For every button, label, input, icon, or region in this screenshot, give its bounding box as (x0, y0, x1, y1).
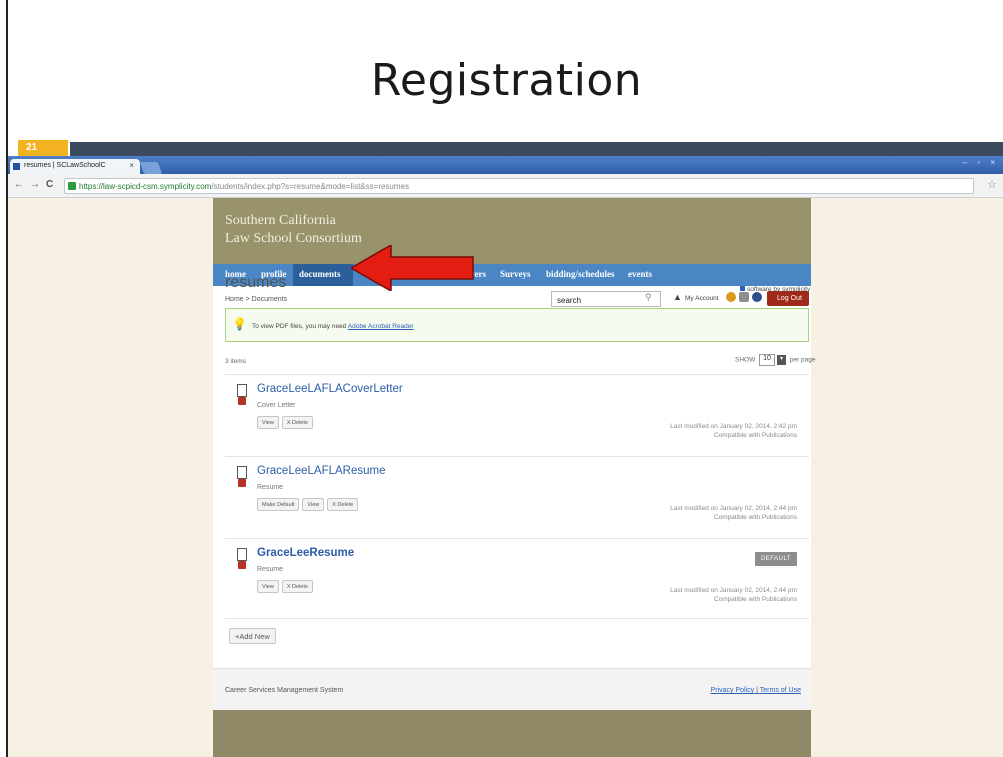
document-type: Resume (257, 484, 284, 491)
modified-info: Last modified on January 02, 2014, 2:44 … (670, 586, 797, 604)
per-page-select[interactable]: 10 (759, 354, 776, 366)
document-actions: View X Delete (257, 580, 316, 598)
items-count: 3 items (225, 358, 246, 365)
add-new-button[interactable]: +Add New (229, 628, 276, 644)
page-bottom-band (213, 710, 811, 757)
default-badge: DEFAULT (755, 552, 797, 566)
compatibility: Compatible with Publications (713, 596, 797, 603)
per-page-control: SHOW 10 ▾ per page (735, 354, 816, 366)
adobe-reader-link[interactable]: Adobe Acrobat Reader (348, 323, 414, 330)
compatibility: Compatible with Publications (713, 514, 797, 521)
view-button[interactable]: View (257, 580, 279, 593)
show-label: SHOW (735, 356, 756, 364)
per-page-label: per page (789, 356, 816, 364)
modified-info: Last modified on January 02, 2014, 2:44 … (670, 504, 797, 522)
footer-system-name: Career Services Management System (225, 687, 344, 694)
delete-button[interactable]: X Delete (281, 580, 313, 593)
list-divider (225, 374, 809, 375)
document-actions: Make Default View X Delete (257, 498, 361, 516)
browser-window: resumes | SCLawSchoolC × – ▫ × ← → C htt… (8, 156, 1003, 757)
footer-links: Privacy Policy | Terms of Use (711, 687, 801, 694)
slide-title-bar (70, 142, 1003, 156)
vendor-text: software by symplicity (747, 286, 811, 293)
lock-icon (68, 182, 76, 190)
new-tab-button[interactable] (139, 162, 163, 174)
list-divider (225, 538, 809, 539)
chevron-down-icon[interactable]: ▾ (777, 355, 787, 365)
make-default-button[interactable]: Make Default (257, 498, 300, 511)
modified-date: Last modified on January 02, 2014, 2:44 … (670, 505, 797, 512)
notice-message: To view PDF files, you may need (252, 323, 347, 330)
footer-separator: | (756, 687, 758, 694)
tab-title: resumes | SCLawSchoolC (24, 162, 106, 169)
view-button[interactable]: View (257, 416, 279, 429)
reload-icon[interactable]: C (46, 179, 53, 190)
slide-title: Registration (370, 55, 643, 106)
window-controls[interactable]: – ▫ × (963, 158, 999, 167)
privacy-policy-link[interactable]: Privacy Policy (711, 687, 755, 694)
browser-tab[interactable]: resumes | SCLawSchoolC × (10, 159, 140, 174)
back-arrow-icon[interactable]: ← (14, 179, 24, 190)
document-item: GraceLeeLAFLACoverLetter Cover Letter Vi… (225, 376, 809, 456)
document-name[interactable]: GraceLeeLAFLACoverLetter (257, 383, 403, 395)
close-tab-icon[interactable]: × (129, 161, 134, 170)
pdf-file-icon (237, 548, 247, 570)
document-name[interactable]: GraceLeeResume (257, 547, 354, 559)
lightbulb-icon: 💡 (232, 317, 247, 331)
page-content: resumes software by symplicity 💡 To view… (213, 156, 816, 757)
terms-of-use-link[interactable]: Terms of Use (760, 687, 801, 694)
document-item: GraceLeeResume Resume View X Delete DEFAU… (225, 540, 809, 620)
modified-info: Last modified on January 02, 2014, 2:42 … (670, 422, 797, 440)
view-button[interactable]: View (302, 498, 325, 511)
page-title: resumes (225, 274, 287, 291)
document-type: Resume (257, 566, 284, 573)
delete-button[interactable]: X Delete (281, 416, 313, 429)
list-divider (225, 456, 809, 457)
url-host: https://law-scpicd-csm.symplicity.com (79, 182, 212, 191)
pdf-file-icon (237, 466, 247, 488)
favicon-icon (13, 163, 20, 170)
document-item: GraceLeeLAFLAResume Resume Make Default V… (225, 458, 809, 538)
document-actions: View X Delete (257, 416, 316, 434)
document-type: Cover Letter (257, 402, 296, 409)
delete-button[interactable]: X Delete (327, 498, 359, 511)
vendor-credit[interactable]: software by symplicity (740, 286, 810, 293)
compatibility: Compatible with Publications (713, 432, 797, 439)
vendor-icon (740, 286, 745, 291)
modified-date: Last modified on January 02, 2014, 2:42 … (670, 423, 797, 430)
page-footer: Career Services Management System Privac… (213, 668, 811, 710)
document-name[interactable]: GraceLeeLAFLAResume (257, 465, 385, 477)
pdf-notice: 💡 To view PDF files, you may need Adobe … (225, 308, 809, 342)
list-divider (225, 618, 809, 619)
modified-date: Last modified on January 02, 2014, 2:44 … (670, 587, 797, 594)
pdf-file-icon (237, 384, 247, 406)
forward-arrow-icon[interactable]: → (30, 179, 40, 190)
bookmark-star-icon[interactable]: ☆ (987, 178, 997, 191)
notice-text: To view PDF files, you may need Adobe Ac… (252, 323, 414, 330)
